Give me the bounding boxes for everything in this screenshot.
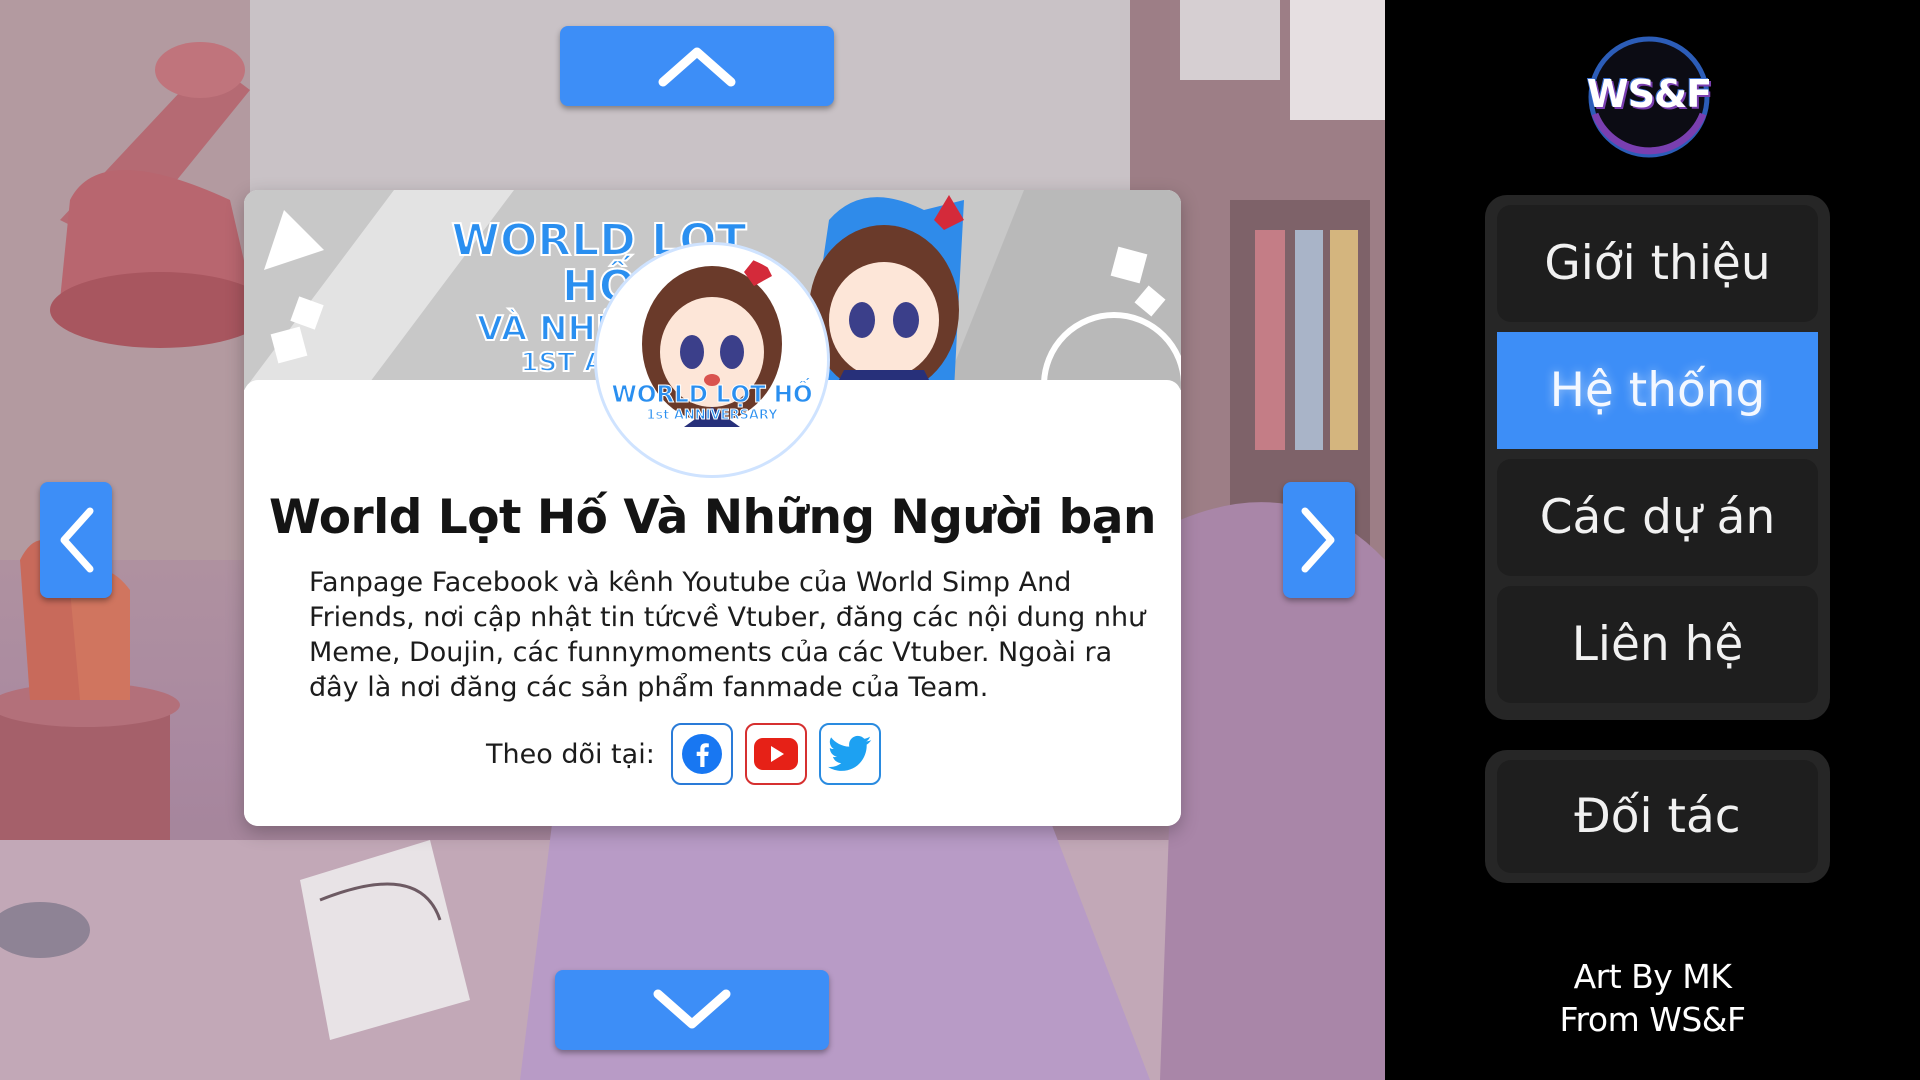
avatar-text-line1: WORLD LỌT HỐ [611,382,813,409]
twitter-link[interactable] [818,723,881,785]
menu-item-he-thong[interactable]: Hệ thống [1497,332,1818,449]
avatar-chibi-graphic [604,252,820,468]
scroll-down-button[interactable] [555,970,829,1050]
scroll-up-button[interactable] [560,26,834,106]
sidebar: WS&F Giới thiệu Hệ thống Các dự án Liên … [1385,0,1920,1080]
avatar: WORLD LỌT HỐ 1st ANNIVERSARY [597,245,827,475]
follow-label: Theo dõi tại: [486,738,655,770]
info-card: WORLD LỌT HỐ VÀ NHỮNG N 1ST ANNIV WORLD … [244,190,1181,826]
previous-button[interactable] [40,482,112,598]
twitter-icon [827,735,872,771]
card-title: World Lọt Hố Và Những Người bạn [269,490,1156,545]
partner-menu: Đối tác [1485,750,1830,883]
art-credit: Art By MK From WS&F [1385,955,1920,1041]
menu-item-cac-du-an[interactable]: Các dự án [1497,459,1818,576]
avatar-text-line2: 1st ANNIVERSARY [646,408,778,424]
youtube-link[interactable] [744,723,807,785]
chevron-down-icon [653,989,731,1029]
facebook-icon [681,734,722,774]
credit-line1: Art By MK [1573,957,1732,996]
follow-row: Theo dõi tại: [486,722,881,786]
menu-item-gioi-thieu[interactable]: Giới thiệu [1497,205,1818,322]
brand-logo[interactable]: WS&F [1581,34,1717,160]
next-button[interactable] [1283,482,1355,598]
facebook-link[interactable] [670,723,733,785]
chevron-left-icon [60,507,94,573]
chevron-up-icon [658,47,736,87]
logo-text: WS&F [1586,72,1712,116]
credit-line2: From WS&F [1559,1000,1746,1039]
card-description: Fanpage Facebook và kênh Youtube của Wor… [309,567,1146,703]
menu-item-lien-he[interactable]: Liên hệ [1497,586,1818,703]
chevron-right-icon [1301,507,1335,573]
main-menu: Giới thiệu Hệ thống Các dự án Liên hệ [1485,195,1830,720]
youtube-icon [753,738,798,770]
menu-item-doi-tac[interactable]: Đối tác [1497,760,1818,873]
